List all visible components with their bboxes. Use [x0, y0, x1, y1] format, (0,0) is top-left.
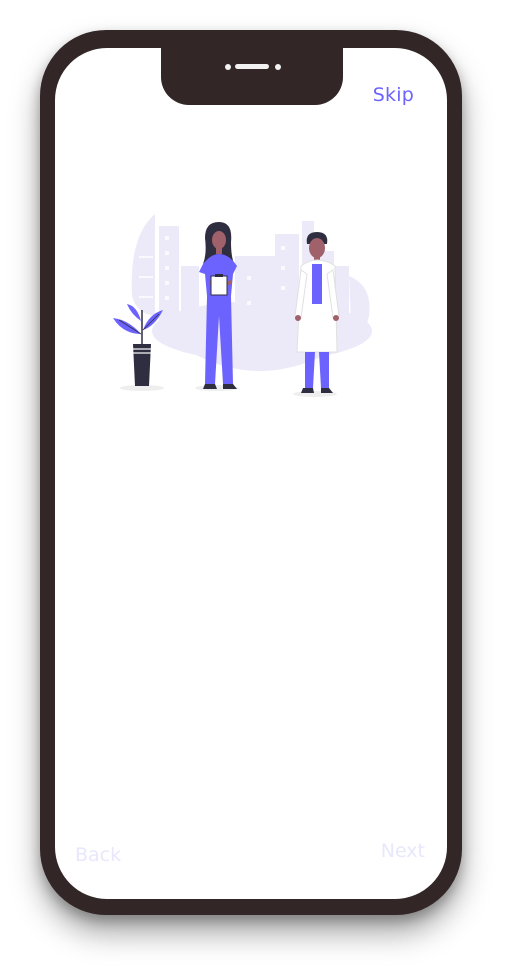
camera-dot-icon: [275, 64, 281, 70]
next-button[interactable]: Next: [381, 840, 425, 862]
skip-button[interactable]: Skip: [373, 84, 414, 106]
medical-staff-illustration: [113, 214, 372, 397]
phone-screen: Skip Back Next: [55, 48, 447, 899]
back-button[interactable]: Back: [75, 844, 121, 866]
plant: [113, 304, 164, 391]
speaker-grille-icon: [235, 64, 269, 69]
sensor-dot-icon: [225, 64, 231, 70]
page: Skip Back Next: [0, 0, 512, 973]
phone-frame: Skip Back Next: [40, 30, 462, 915]
phone-notch: [161, 47, 343, 105]
